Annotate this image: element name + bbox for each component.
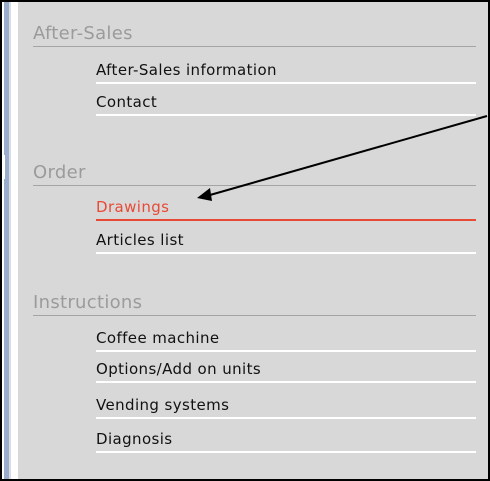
- left-edge-highlight: [9, 2, 11, 479]
- menu-item-diagnosis[interactable]: Diagnosis: [96, 429, 476, 453]
- menu-item-contact[interactable]: Contact: [96, 92, 476, 116]
- navigation-frame: After-Sales After-Sales information Cont…: [0, 0, 490, 481]
- menu-item-vending-systems[interactable]: Vending systems: [96, 395, 476, 419]
- menu-item-after-sales-information[interactable]: After-Sales information: [96, 60, 476, 84]
- left-edge-notch: [2, 155, 5, 179]
- section-title-instructions: Instructions: [33, 293, 476, 316]
- section-title-order: Order: [33, 163, 476, 186]
- menu-item-options-add-on-units[interactable]: Options/Add on units: [96, 359, 476, 383]
- menu-item-articles-list[interactable]: Articles list: [96, 230, 476, 254]
- menu-item-coffee-machine[interactable]: Coffee machine: [96, 328, 476, 352]
- section-title-after-sales: After-Sales: [33, 24, 476, 47]
- menu-item-drawings[interactable]: Drawings: [96, 197, 476, 221]
